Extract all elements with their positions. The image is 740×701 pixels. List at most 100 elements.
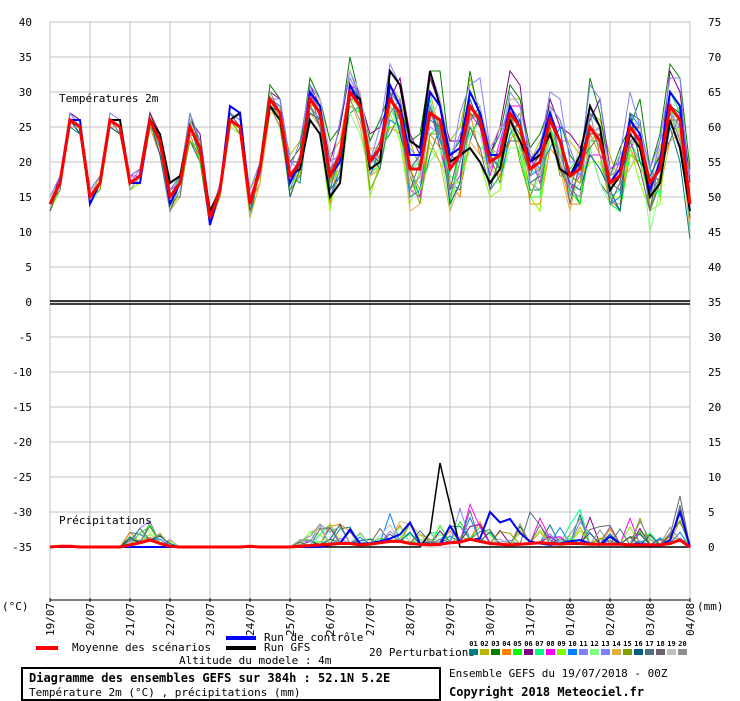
perturbation-id: 07 [535,640,544,648]
perturbation-id: 10 [568,640,577,648]
left-tick-label: -15 [12,401,32,414]
perturbation-swatch [634,649,643,655]
left-tick-label: -20 [12,436,32,449]
perturbation-swatch [480,649,489,655]
perturbation-swatch [656,649,665,655]
perturbation-swatch [557,649,566,655]
right-tick-label: 30 [708,331,721,344]
left-tick-label: -35 [12,541,32,554]
control-swatch [226,636,256,640]
run-info: Ensemble GEFS du 19/07/2018 - 00Z [449,667,668,680]
perturbation-id: 08 [546,640,555,648]
legend-mean: Moyenne des scénarios [36,641,211,654]
x-tick-label: 28/07 [404,603,417,636]
chart-title: Diagramme des ensembles GEFS sur 384h : … [29,671,391,685]
perturbation-legend-item: 06 [523,640,534,655]
perturbation-legend-item: 19 [666,640,677,655]
perturbation-id: 06 [524,640,533,648]
left-tick-label: 40 [19,16,32,29]
x-tick-label: 19/07 [44,603,57,636]
perturbation-legend-item: 16 [633,640,644,655]
perturbation-id: 13 [601,640,610,648]
x-tick-label: 22/07 [164,603,177,636]
right-tick-label: 50 [708,191,721,204]
perturbation-legend-item: 07 [534,640,545,655]
perturbation-swatch [469,649,478,655]
right-tick-label: 40 [708,261,721,274]
perturbation-swatch [568,649,577,655]
perturbation-swatch [601,649,610,655]
chart-subtitle: Température 2m (°C) , précipitations (mm… [29,686,301,699]
perturbation-swatch [623,649,632,655]
left-tick-label: 10 [19,226,32,239]
perturbation-swatch [579,649,588,655]
left-tick-label: 20 [19,156,32,169]
perturbation-id: 01 [469,640,478,648]
legend-mean-label: Moyenne des scénarios [72,641,212,654]
mean-swatch [36,646,58,650]
perturbation-id: 18 [656,640,665,648]
perturbation-id: 19 [667,640,676,648]
left-tick-label: -25 [12,471,32,484]
perturbation-id: 16 [634,640,643,648]
title-box: Diagramme des ensembles GEFS sur 384h : … [21,667,441,701]
left-tick-label: 0 [25,296,32,309]
perturbation-id: 02 [480,640,489,648]
legend-gfs-label: Run GFS [264,641,311,654]
temperature-panel-label: Températures 2m [59,92,159,105]
perturbation-legend-item: 15 [622,640,633,655]
left-tick-label: 30 [19,86,32,99]
perturbation-swatch [502,649,511,655]
x-tick-label: 30/07 [484,603,497,636]
altitude-label: Altitude du modele : 4m [179,654,332,667]
perturbation-legend-item: 09 [556,640,567,655]
legend-gfs: Run GFS [226,641,310,654]
right-tick-label: 55 [708,156,721,169]
perturbation-id: 17 [645,640,654,648]
left-tick-label: -30 [12,506,32,519]
gefs-ensemble-diagram: 19/07 20/07 21/07 22/07 23/07 24/07 25/07 26/07… [0,0,740,701]
perturbation-legend-item: 10 [567,640,578,655]
perturbation-id: 09 [557,640,566,648]
perturbation-legend-item: 08 [545,640,556,655]
perturbation-id: 14 [612,640,621,648]
chart-svg: 19/07 20/07 21/07 22/07 23/07 24/07 25/07 26/07… [2,16,724,636]
perturbation-legend-item: 12 [589,640,600,655]
x-tick-label: 02/08 [604,603,617,636]
right-tick-label: 75 [708,16,721,29]
right-tick-label: 5 [708,506,715,519]
perturbation-swatch [491,649,500,655]
x-tick-label: 20/07 [84,603,97,636]
perturbation-id: 05 [513,640,522,648]
right-tick-label: 10 [708,471,721,484]
x-tick-label: 03/08 [644,603,657,636]
legend-perturbations-label: 20 Perturbations [369,646,475,659]
perturbation-swatch [667,649,676,655]
right-tick-label: 70 [708,51,721,64]
right-tick-label: 35 [708,296,721,309]
perturbation-swatch [513,649,522,655]
left-tick-label: 5 [25,261,32,274]
perturbation-legend-item: 05 [512,640,523,655]
perturbation-legend-item: 14 [611,640,622,655]
perturbation-legend-item: 04 [501,640,512,655]
x-tick-label: 04/08 [684,603,697,636]
perturbation-swatch [546,649,555,655]
left-unit-label: (°C) [2,600,29,613]
left-tick-label: 15 [19,191,32,204]
x-tick-label: 27/07 [364,603,377,636]
perturbation-legend-item: 17 [644,640,655,655]
perturbation-legend-item: 20 [677,640,688,655]
perturbation-swatch [590,649,599,655]
perturbation-legend-item: 01 [468,640,479,655]
perturbation-swatch [524,649,533,655]
perturbation-swatch [678,649,687,655]
perturbation-legend-item: 18 [655,640,666,655]
right-tick-label: 25 [708,366,721,379]
right-tick-label: 45 [708,226,721,239]
perturbation-id: 04 [502,640,511,648]
perturbation-swatch [612,649,621,655]
perturbation-legend-item: 13 [600,640,611,655]
left-tick-label: 25 [19,121,32,134]
perturbation-swatch [645,649,654,655]
